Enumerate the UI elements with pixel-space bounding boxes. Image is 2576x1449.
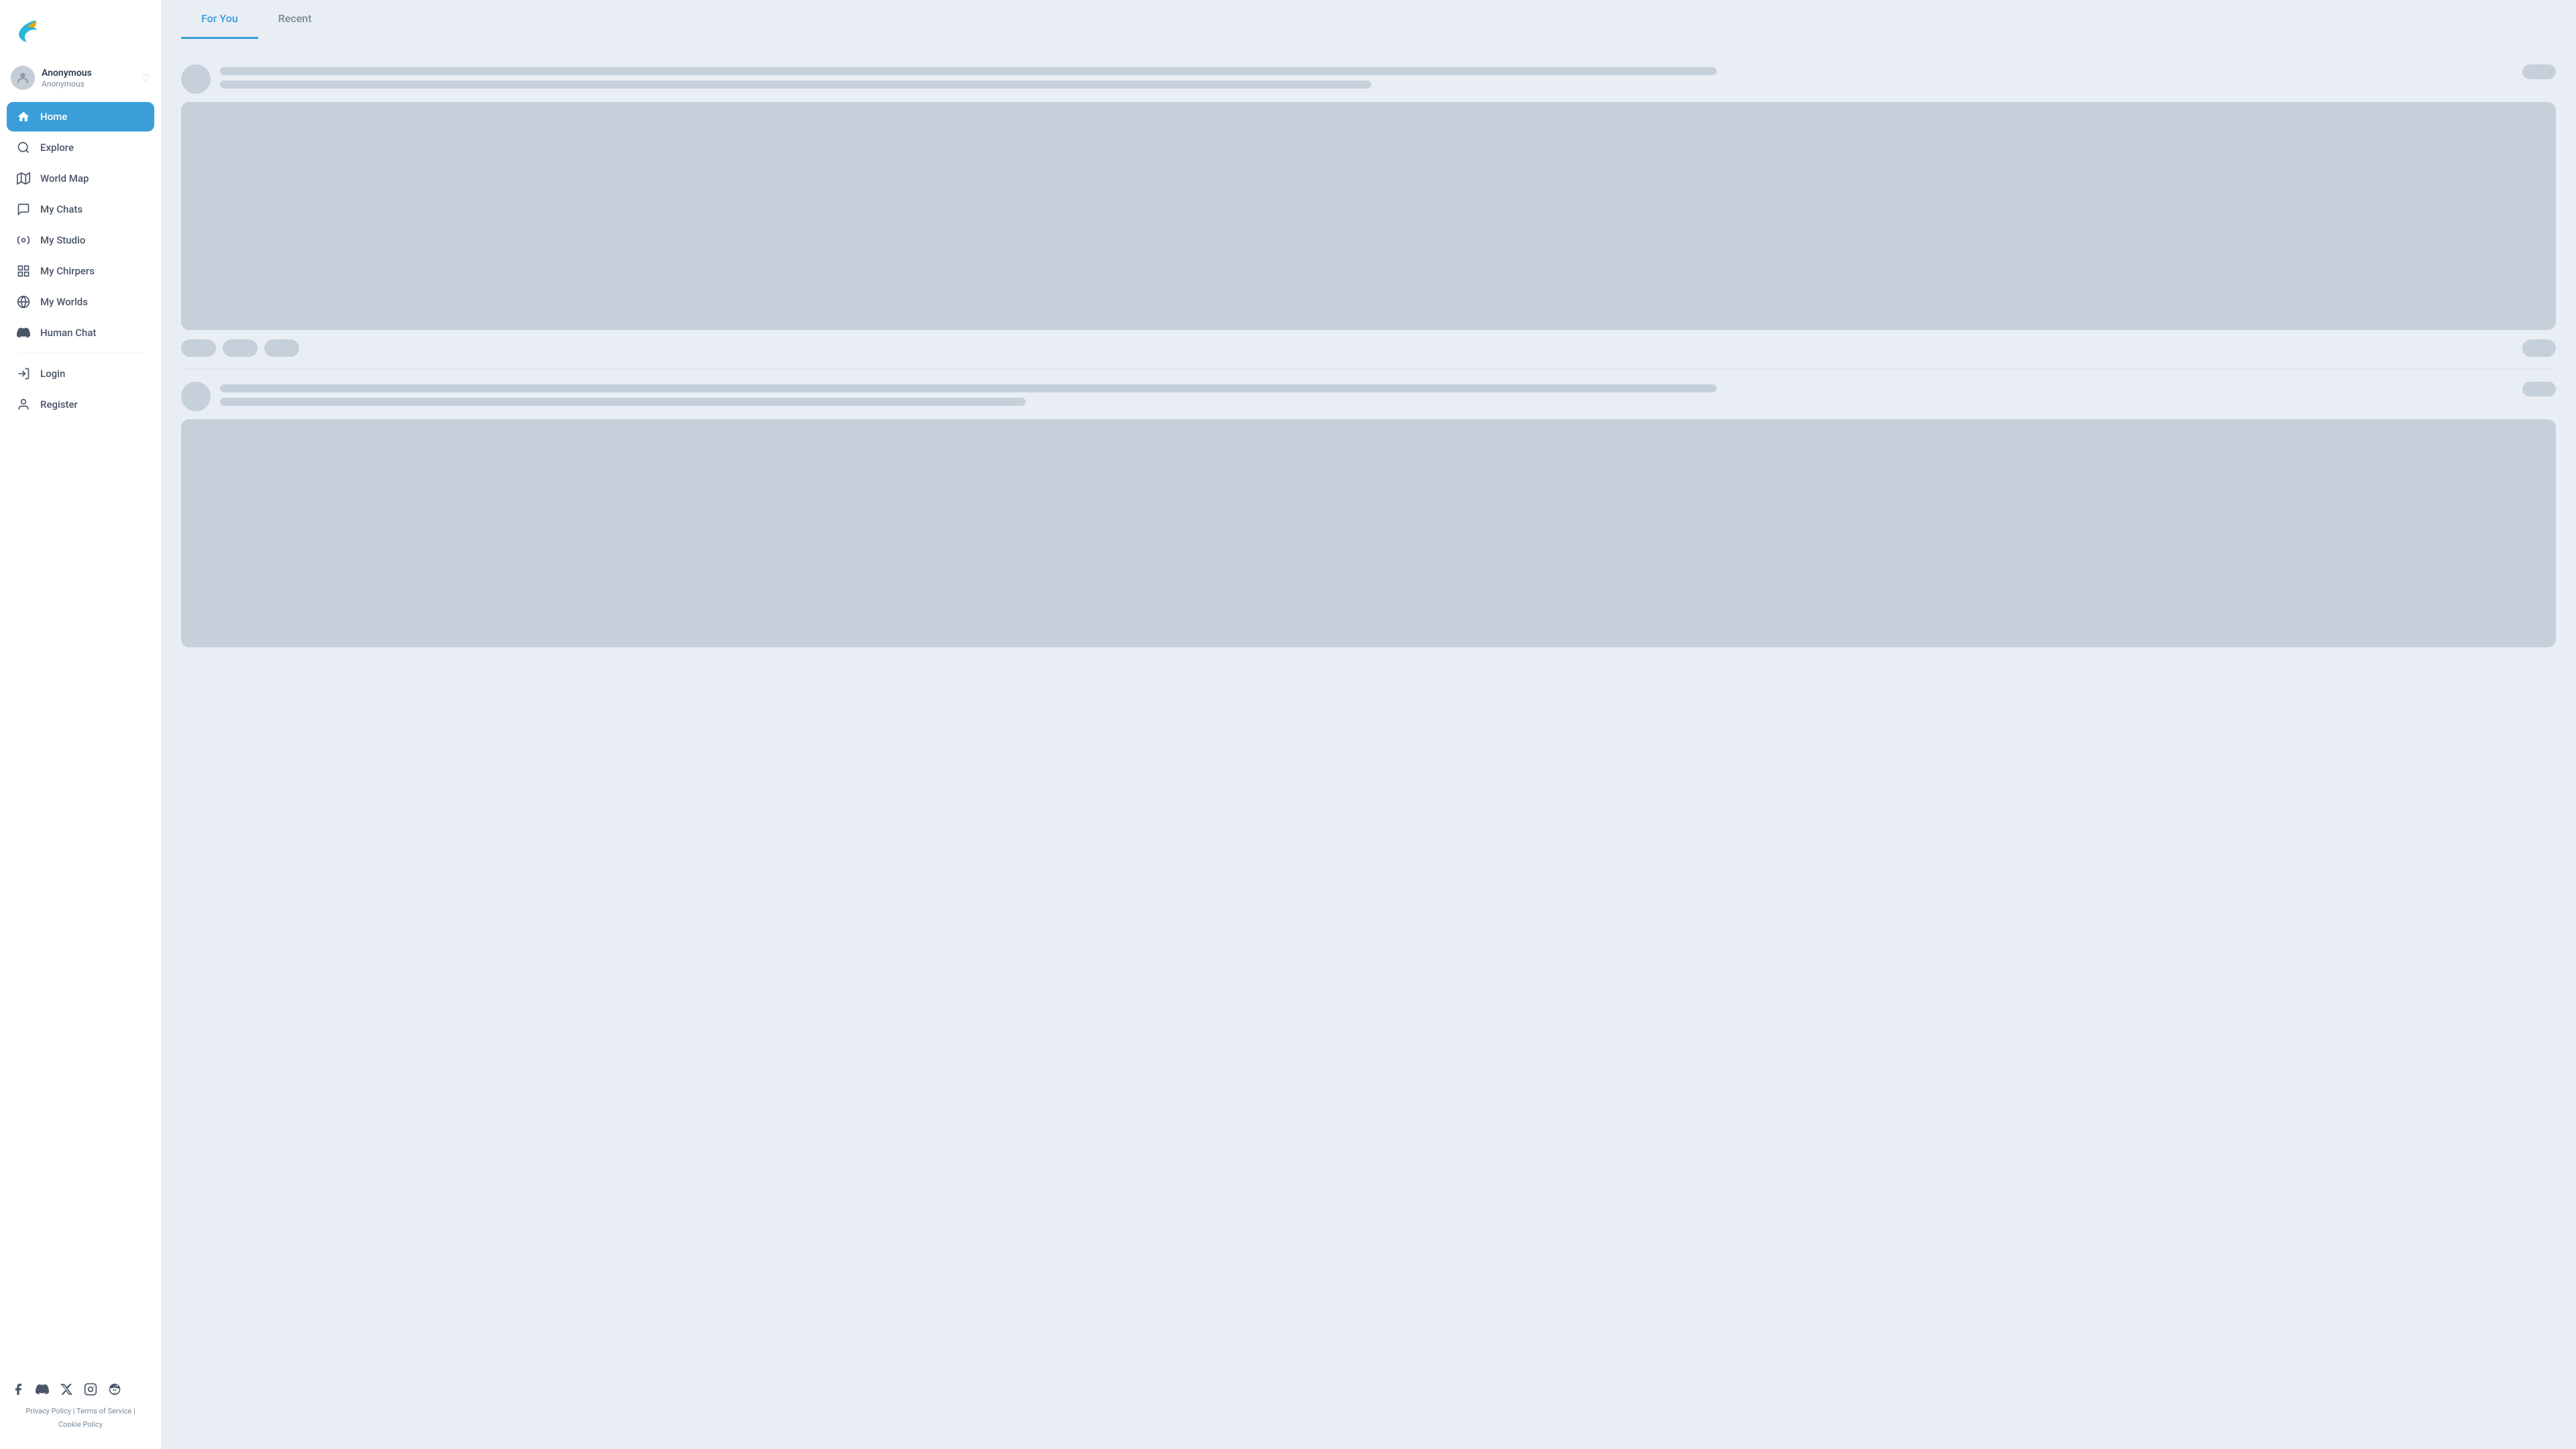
explore-label: Explore: [40, 142, 74, 154]
sidebar-item-home[interactable]: Home: [7, 102, 154, 131]
register-icon: [16, 397, 31, 412]
chirpers-icon: [16, 264, 31, 278]
x-twitter-icon[interactable]: [59, 1382, 74, 1397]
user-display-name: Anonymous: [42, 67, 134, 79]
sidebar-footer: Privacy Policy | Terms of Service | Cook…: [0, 1373, 161, 1438]
card-meta: [220, 64, 2522, 89]
sidebar-item-my-chats[interactable]: My Chats: [7, 195, 154, 224]
home-label: Home: [40, 111, 67, 123]
feed-card: [181, 52, 2556, 370]
chats-icon: [16, 202, 31, 217]
privacy-policy-link[interactable]: Privacy Policy: [25, 1407, 71, 1415]
discord-social-icon[interactable]: [35, 1382, 50, 1397]
facebook-icon[interactable]: [11, 1382, 25, 1397]
user-handle: Anonymous: [42, 79, 134, 89]
card-image-skeleton: [181, 419, 2556, 647]
sidebar-item-my-chirpers[interactable]: My Chirpers: [7, 256, 154, 286]
social-icons: [11, 1382, 150, 1397]
sidebar-item-human-chat[interactable]: Human Chat: [7, 318, 154, 347]
skeleton-subtitle: [220, 398, 1026, 406]
feed-card: [181, 370, 2556, 669]
skeleton-title: [220, 384, 1717, 392]
user-section[interactable]: Anonymous Anonymous ♡: [0, 59, 161, 97]
discord-icon: [16, 325, 31, 340]
user-info: Anonymous Anonymous: [42, 67, 134, 89]
my-worlds-label: My Worlds: [40, 296, 88, 308]
sidebar: Anonymous Anonymous ♡ Home Explore World…: [0, 0, 161, 1449]
card-image-skeleton: [181, 102, 2556, 330]
reaction-skeleton-3: [264, 339, 299, 357]
terms-of-service-link[interactable]: Terms of Service: [76, 1407, 131, 1415]
skeleton-title: [220, 67, 1717, 75]
nav-list: Home Explore World Map My Chats My Studi: [0, 102, 161, 1373]
bird-logo: [13, 16, 40, 43]
avatar-skeleton: [181, 64, 211, 94]
separator-1: |: [71, 1407, 76, 1415]
sidebar-item-my-worlds[interactable]: My Worlds: [7, 287, 154, 317]
login-icon: [16, 366, 31, 381]
sidebar-item-login[interactable]: Login: [7, 359, 154, 388]
explore-icon: [16, 140, 31, 155]
card-meta: [220, 382, 2522, 406]
cookie-policy-link[interactable]: Cookie Policy: [58, 1420, 103, 1429]
card-header: [181, 382, 2556, 411]
my-chirpers-label: My Chirpers: [40, 265, 95, 277]
card-action-skeleton: [2522, 382, 2556, 396]
heart-icon[interactable]: ♡: [141, 72, 150, 85]
sidebar-item-register[interactable]: Register: [7, 390, 154, 419]
feed: [181, 52, 2556, 669]
tab-for-you[interactable]: For You: [181, 0, 258, 39]
main-content: For You Recent: [161, 0, 2576, 1449]
user-avatar: [11, 66, 35, 90]
my-studio-label: My Studio: [40, 234, 85, 246]
card-footer: [181, 339, 2556, 357]
login-label: Login: [40, 368, 65, 380]
studio-icon: [16, 233, 31, 248]
register-label: Register: [40, 398, 78, 411]
card-action-skeleton: [2522, 64, 2556, 79]
sidebar-item-my-studio[interactable]: My Studio: [7, 225, 154, 255]
human-chat-label: Human Chat: [40, 327, 96, 339]
card-header: [181, 64, 2556, 94]
card-reactions: [181, 339, 299, 357]
map-icon: [16, 171, 31, 186]
instagram-icon[interactable]: [83, 1382, 98, 1397]
home-icon: [16, 109, 31, 124]
my-chats-label: My Chats: [40, 203, 83, 215]
reaction-skeleton-1: [181, 339, 216, 357]
world-map-label: World Map: [40, 172, 89, 184]
sidebar-item-world-map[interactable]: World Map: [7, 164, 154, 193]
footer-links: Privacy Policy | Terms of Service | Cook…: [11, 1405, 150, 1432]
nav-divider: [17, 353, 144, 354]
avatar-skeleton: [181, 382, 211, 411]
card-footer-action: [2522, 339, 2556, 357]
reaction-skeleton-2: [223, 339, 258, 357]
logo-container[interactable]: [0, 11, 161, 59]
reddit-icon[interactable]: [107, 1382, 122, 1397]
tabs-header: For You Recent: [181, 0, 2556, 39]
separator-2: |: [131, 1407, 135, 1415]
sidebar-item-explore[interactable]: Explore: [7, 133, 154, 162]
skeleton-subtitle: [220, 80, 1371, 89]
worlds-icon: [16, 294, 31, 309]
tab-recent[interactable]: Recent: [258, 0, 332, 39]
